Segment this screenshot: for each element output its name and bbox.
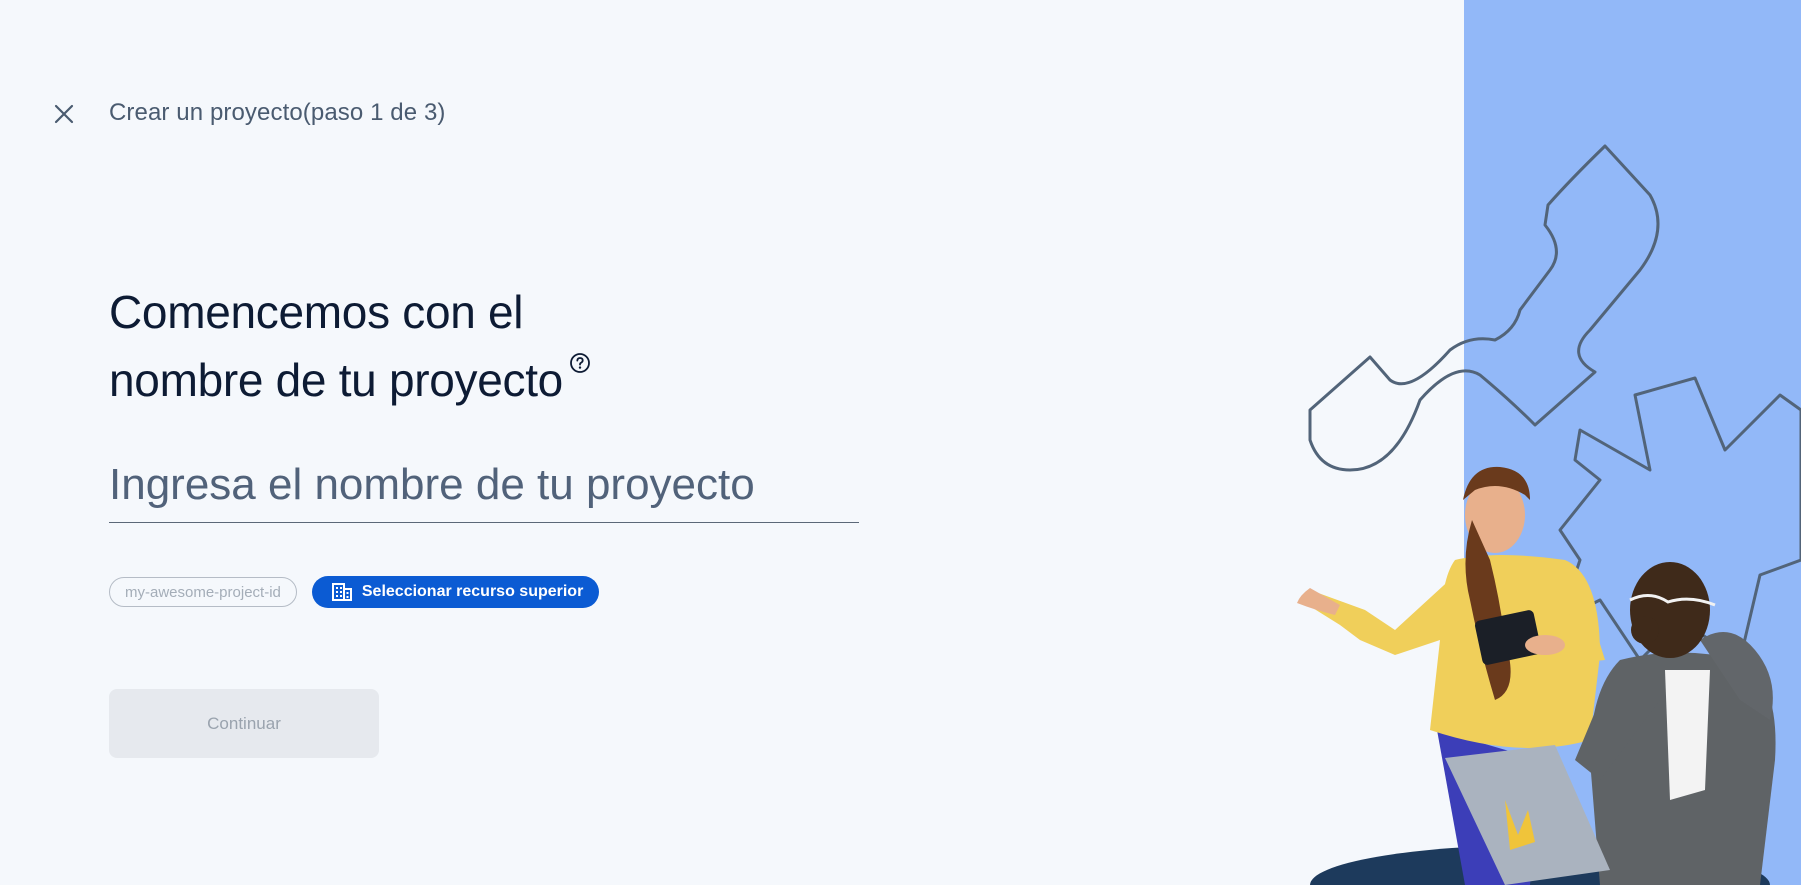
heading-line-2: nombre de tu proyecto	[109, 354, 563, 406]
decorative-outline-shape	[1308, 144, 1660, 472]
wizard-title: Crear un proyecto(paso 1 de 3)	[109, 99, 446, 126]
project-chips: my-awesome-project-id Seleccionar recurs…	[109, 576, 600, 608]
domain-building-icon	[331, 583, 352, 601]
page-heading: Comencemos con el nombre de tu proyecto	[109, 278, 591, 414]
project-name-field	[109, 460, 859, 523]
help-circle-icon[interactable]	[569, 352, 591, 374]
people-illustration	[1297, 144, 1801, 885]
continue-button[interactable]: Continuar	[109, 689, 379, 758]
heading-line-2-wrap: nombre de tu proyecto	[109, 346, 591, 414]
man-figure	[1575, 562, 1776, 885]
create-project-page: Crear un proyecto(paso 1 de 3) Comencemo…	[0, 0, 1801, 885]
close-icon	[54, 104, 74, 124]
select-parent-resource-button[interactable]: Seleccionar recurso superior	[311, 576, 600, 608]
heading-line-1: Comencemos con el	[109, 286, 524, 338]
select-parent-resource-label: Seleccionar recurso superior	[361, 583, 584, 600]
close-button[interactable]	[50, 100, 78, 128]
project-name-input[interactable]	[109, 460, 859, 522]
project-id-chip[interactable]: my-awesome-project-id	[109, 577, 297, 607]
